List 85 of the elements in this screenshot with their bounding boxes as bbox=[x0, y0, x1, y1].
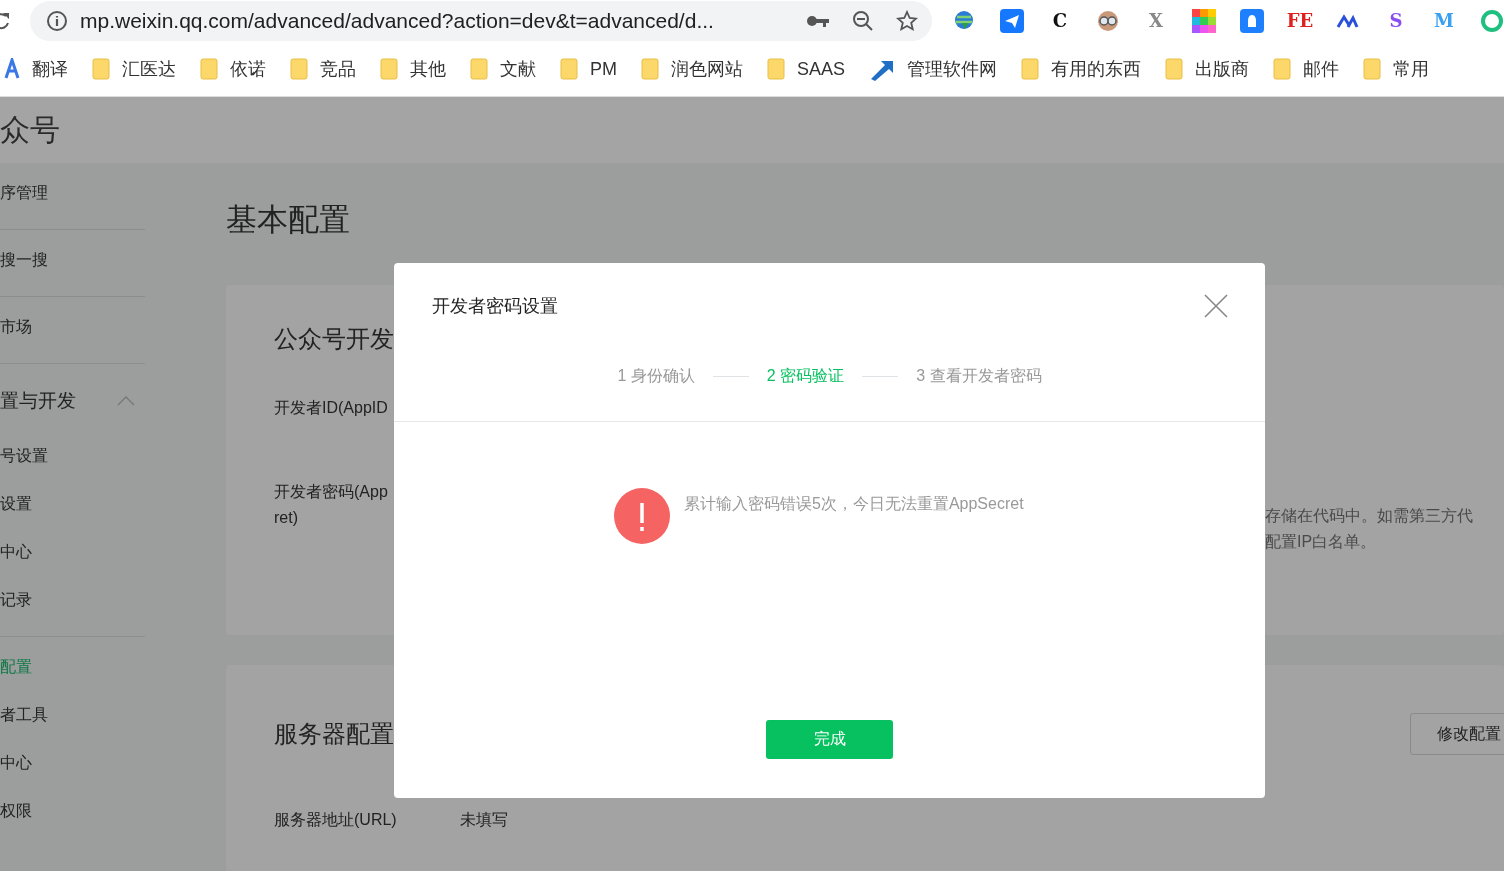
bookmark-label: 依诺 bbox=[230, 58, 266, 81]
address-bar[interactable]: mp.weixin.qq.com/advanced/advanced?action=dev&t=advanced/d... bbox=[29, 1, 932, 41]
folder-icon bbox=[767, 58, 785, 80]
zoom-out-icon[interactable] bbox=[852, 10, 874, 32]
sidebar-item[interactable]: 搜一搜 bbox=[0, 236, 145, 284]
color-grid-icon[interactable] bbox=[1192, 9, 1216, 33]
sidebar-item[interactable]: 设置 bbox=[0, 480, 145, 528]
bookmark-label: 常用 bbox=[1393, 58, 1430, 81]
card-title: 公众号开发 bbox=[274, 324, 394, 354]
page-title: 基本配置 bbox=[226, 202, 350, 237]
field-label: 开发者ID(AppID bbox=[274, 398, 389, 418]
folder-icon bbox=[641, 58, 659, 80]
bookmark-label: 竞品 bbox=[320, 58, 356, 81]
folder-icon bbox=[200, 58, 218, 80]
bookmark[interactable]: 邮件 bbox=[1261, 57, 1352, 81]
bookmark-label: 管理软件网 bbox=[907, 58, 998, 81]
key-icon[interactable] bbox=[806, 14, 830, 28]
sidebar-item[interactable]: 中心 bbox=[0, 739, 145, 787]
folder-icon bbox=[92, 58, 110, 80]
sidebar-item[interactable]: 序管理 bbox=[0, 169, 145, 217]
star-icon[interactable] bbox=[896, 10, 918, 32]
account-title: 众号 bbox=[0, 111, 60, 148]
sidebar-item[interactable]: 权限 bbox=[0, 787, 145, 835]
error-message: 累计输入密码错误5次，今日无法重置AppSecret bbox=[684, 494, 1024, 514]
extension-icon[interactable]: X bbox=[1144, 9, 1168, 33]
error-icon bbox=[614, 488, 670, 544]
folder-icon bbox=[1273, 58, 1292, 80]
bookmark-label: 其他 bbox=[410, 58, 446, 81]
info-icon[interactable] bbox=[45, 10, 68, 32]
translate-icon bbox=[4, 58, 20, 80]
bookmark-label: 文献 bbox=[500, 58, 536, 81]
bookmark[interactable]: 出版商 bbox=[1153, 57, 1262, 81]
url-text: mp.weixin.qq.com/advanced/advanced?action=dev&t=advanced/d... bbox=[79, 9, 715, 33]
folder-icon bbox=[560, 58, 578, 80]
bookmark-label: 邮件 bbox=[1303, 58, 1340, 81]
bookmark[interactable]: 文献 bbox=[458, 57, 548, 81]
sidebar-item[interactable]: 号设置 bbox=[0, 432, 145, 480]
step-label: 1 身份确认 bbox=[617, 365, 695, 386]
folder-icon bbox=[1165, 58, 1184, 80]
bookmark[interactable]: 润色网站 bbox=[629, 57, 755, 81]
bookmark[interactable]: SAAS bbox=[755, 58, 858, 80]
extension-icon[interactable]: FE bbox=[1288, 9, 1312, 33]
step-label: 2 密码验证 bbox=[766, 365, 845, 386]
field-note: 存储在代码中。如需第三方代 bbox=[1265, 506, 1474, 526]
goggles-icon[interactable] bbox=[1096, 9, 1120, 33]
bookmark[interactable]: 汇医达 bbox=[80, 57, 188, 81]
bookmark[interactable]: 常用 bbox=[1351, 57, 1442, 81]
bookmark[interactable]: 管理软件网 bbox=[857, 57, 1010, 81]
paper-plane-icon[interactable] bbox=[1000, 9, 1024, 33]
field-label: 服务器地址(URL) bbox=[274, 810, 398, 830]
folder-icon bbox=[380, 58, 398, 80]
dialog-title: 开发者密码设置 bbox=[432, 295, 558, 318]
bookmark-label: 有用的东西 bbox=[1051, 58, 1142, 81]
bird-icon[interactable] bbox=[1240, 9, 1264, 33]
bookmark[interactable]: 翻译 bbox=[0, 57, 80, 81]
extension-icon[interactable]: C bbox=[1048, 9, 1072, 33]
folder-icon bbox=[1363, 58, 1382, 80]
field-value: 未填写 bbox=[460, 810, 509, 830]
folder-icon bbox=[290, 58, 308, 80]
sidebar-item[interactable]: 市场 bbox=[0, 303, 145, 351]
bookmark-label: SAAS bbox=[797, 58, 846, 80]
card-title: 服务器配置 bbox=[274, 719, 394, 749]
bookmark[interactable]: 竞品 bbox=[278, 57, 368, 81]
bookmark-label: 汇医达 bbox=[122, 58, 176, 81]
bookmark[interactable]: 依诺 bbox=[188, 57, 278, 81]
field-note: 配置IP白名单。 bbox=[1265, 532, 1378, 552]
step-label: 3 查看开发者密码 bbox=[916, 365, 1042, 386]
edit-config-button[interactable]: 修改配置 bbox=[1410, 713, 1504, 755]
bookmark-label: 翻译 bbox=[32, 58, 68, 81]
sidebar-item[interactable]: 记录 bbox=[0, 576, 145, 624]
field-label: ret) bbox=[274, 508, 299, 528]
bookmark[interactable]: PM bbox=[548, 58, 629, 80]
bookmark-label: PM bbox=[590, 58, 617, 80]
folder-icon bbox=[470, 58, 488, 80]
extension-icon[interactable]: S bbox=[1384, 9, 1408, 33]
sidebar-section-title: 置与开发 bbox=[0, 389, 76, 413]
bookmark-label: 出版商 bbox=[1195, 58, 1250, 81]
sidebar-item[interactable]: 中心 bbox=[0, 528, 145, 576]
folder-icon bbox=[1021, 58, 1040, 80]
bookmark[interactable]: 其他 bbox=[368, 57, 458, 81]
close-button[interactable] bbox=[1203, 293, 1229, 319]
sidebar-item[interactable]: 者工具 bbox=[0, 691, 145, 739]
field-label: 开发者密码(App bbox=[274, 482, 389, 502]
bookmark-label: 润色网站 bbox=[671, 58, 743, 81]
bookmark[interactable]: 有用的东西 bbox=[1009, 57, 1154, 81]
